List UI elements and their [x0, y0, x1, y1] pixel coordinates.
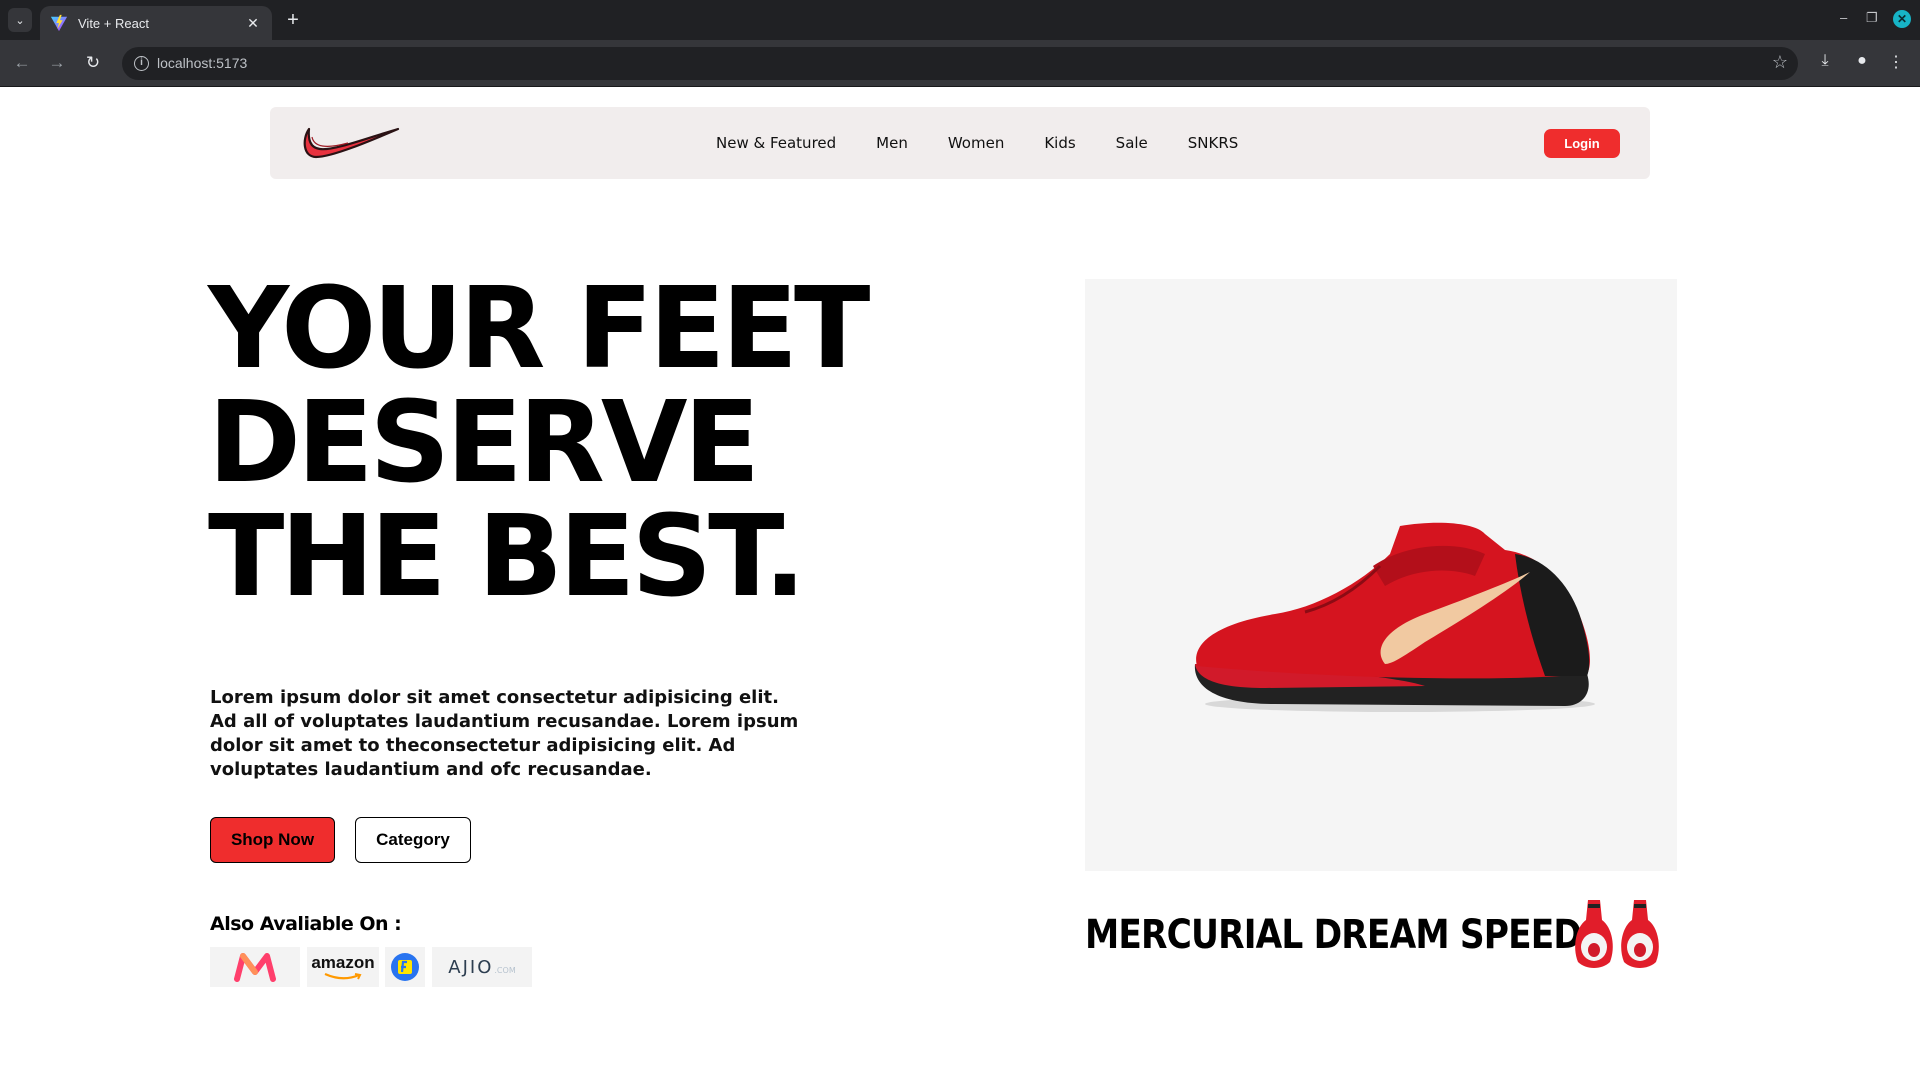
- ajio-com-text: .COM: [494, 965, 516, 975]
- restore-icon[interactable]: ❐: [1866, 10, 1878, 26]
- nav-link-snkrs[interactable]: SNKRS: [1188, 134, 1239, 152]
- product-image-panel: [1085, 279, 1677, 871]
- url-text[interactable]: localhost:5173: [157, 55, 247, 71]
- hero-title: YOUR FEET DESERVE THE BEST.: [208, 272, 928, 614]
- nav-link-men[interactable]: Men: [876, 134, 908, 152]
- download-icon[interactable]: ⤓: [1814, 52, 1836, 70]
- address-bar[interactable]: i localhost:5173 ☆: [122, 47, 1798, 80]
- login-button[interactable]: Login: [1544, 129, 1620, 158]
- amazon-wordmark: amazon: [311, 953, 375, 972]
- menu-kebab-icon[interactable]: ⋮: [1885, 52, 1907, 72]
- flipkart-logo[interactable]: [385, 947, 425, 987]
- nav-link-kids[interactable]: Kids: [1044, 134, 1075, 152]
- profile-icon[interactable]: ●: [1851, 52, 1873, 70]
- new-tab-icon[interactable]: +: [282, 9, 304, 31]
- forward-icon[interactable]: →: [45, 51, 69, 75]
- ajio-wordmark: AJIO: [448, 956, 494, 978]
- tab-search-chevron-icon[interactable]: ⌄: [8, 8, 32, 32]
- flipkart-icon: [391, 953, 419, 981]
- shop-now-button[interactable]: Shop Now: [210, 817, 335, 863]
- myntra-logo[interactable]: [210, 947, 300, 987]
- ajio-logo[interactable]: AJIO .COM: [432, 947, 532, 987]
- sneaker-pair-icon: [1575, 900, 1659, 968]
- site-info-icon[interactable]: i: [134, 56, 149, 71]
- nav-link-sale[interactable]: Sale: [1116, 134, 1148, 152]
- amazon-smile-icon: [324, 973, 362, 980]
- tab-title: Vite + React: [78, 15, 149, 31]
- minimize-icon[interactable]: –: [1840, 10, 1847, 25]
- reload-icon[interactable]: ↻: [81, 51, 105, 75]
- window-close-icon[interactable]: ✕: [1893, 10, 1911, 28]
- product-name: MERCURIAL DREAM SPEED: [1085, 912, 1582, 958]
- hero-title-line: THE BEST.: [208, 492, 806, 622]
- browser-tab[interactable]: Vite + React ✕: [40, 6, 272, 40]
- red-sneaker-image: [1194, 522, 1595, 712]
- browser-toolbar: ← → ↻ i localhost:5173 ☆ ⤓ ● ⋮: [0, 40, 1920, 87]
- browser-tab-bar: ⌄ Vite + React ✕ + – ❐ ✕: [0, 0, 1920, 40]
- nav-link-new-featured[interactable]: New & Featured: [716, 134, 836, 152]
- hero-title-line: YOUR FEET: [208, 264, 870, 394]
- category-button[interactable]: Category: [355, 817, 471, 863]
- nav-link-women[interactable]: Women: [948, 134, 1004, 152]
- myntra-icon: [234, 953, 276, 982]
- site-navbar: New & Featured Men Women Kids Sale SNKRS…: [270, 107, 1650, 179]
- nav-links: New & Featured Men Women Kids Sale SNKRS: [716, 107, 1278, 179]
- also-available-label: Also Avaliable On :: [210, 913, 402, 935]
- hero-title-line: DESERVE: [208, 378, 760, 508]
- back-icon[interactable]: ←: [10, 51, 34, 75]
- nike-swoosh-logo[interactable]: [300, 119, 400, 165]
- bookmark-star-icon[interactable]: ☆: [1772, 52, 1788, 73]
- vite-favicon-icon: [50, 14, 68, 32]
- amazon-logo[interactable]: amazon: [307, 947, 379, 987]
- hero-description: Lorem ipsum dolor sit amet consectetur a…: [210, 687, 799, 780]
- tab-close-icon[interactable]: ✕: [244, 15, 262, 32]
